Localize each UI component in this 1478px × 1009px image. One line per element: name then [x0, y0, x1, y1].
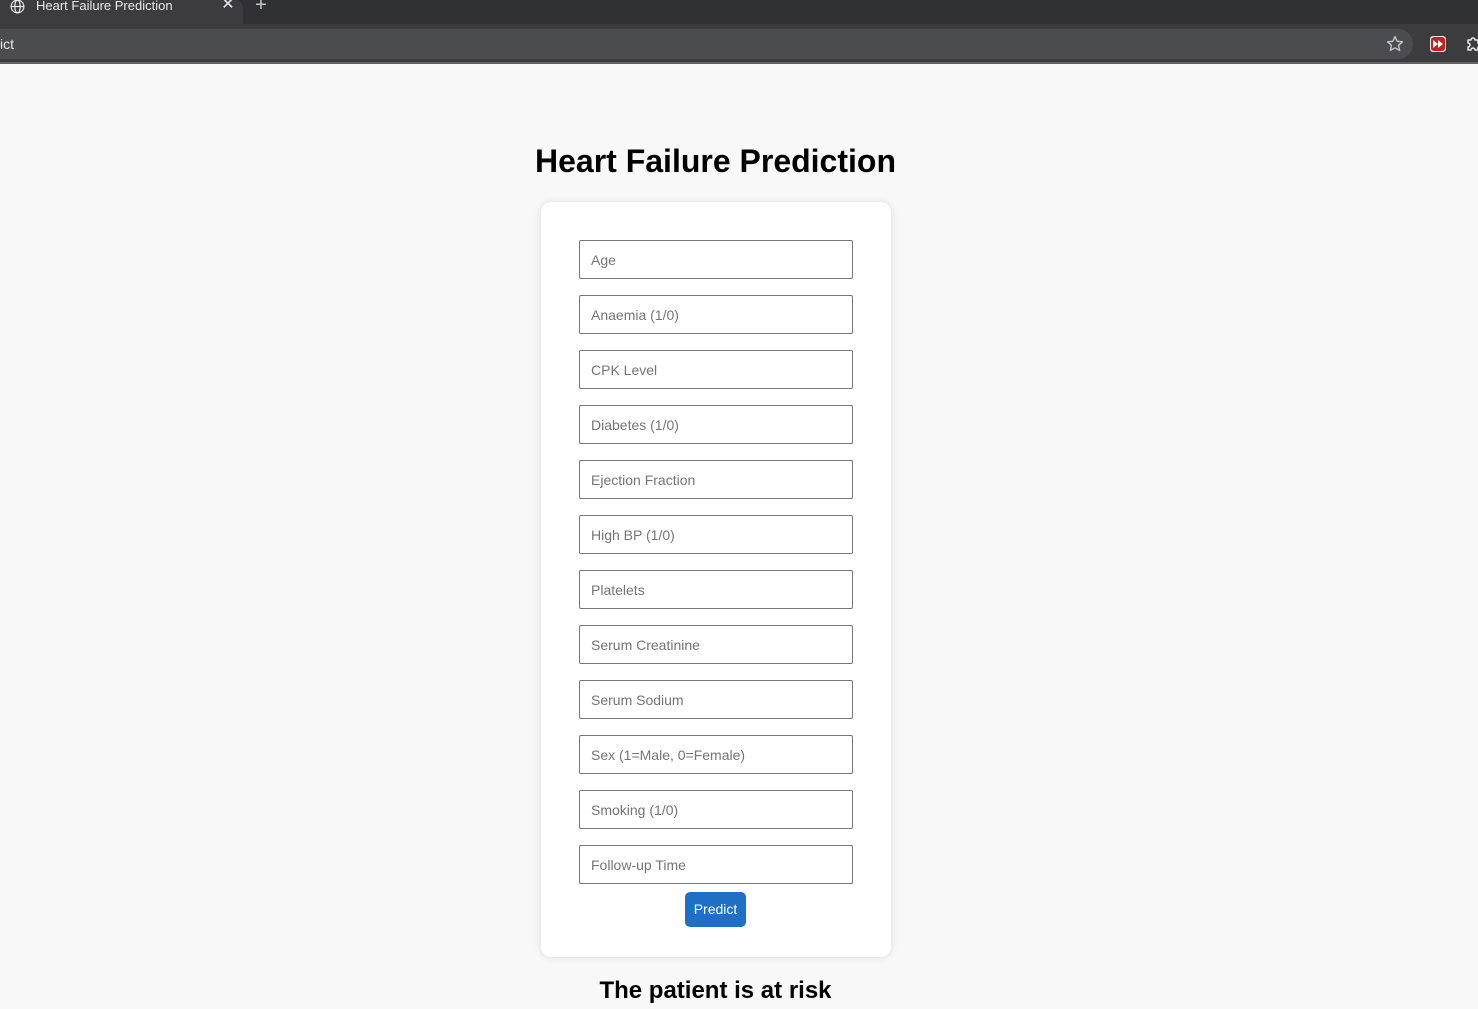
tab-title: Heart Failure Prediction: [36, 0, 173, 13]
cpk-level-input[interactable]: [579, 350, 853, 389]
prediction-result: The patient is at risk: [599, 977, 832, 1004]
platelets-input[interactable]: [579, 570, 853, 609]
prediction-form: Predict: [541, 202, 891, 957]
serum-sodium-input[interactable]: [579, 680, 853, 719]
star-icon[interactable]: [1385, 34, 1405, 54]
sex-input[interactable]: [579, 735, 853, 774]
plus-icon[interactable]: +: [252, 0, 270, 15]
address-bar[interactable]: ict: [0, 29, 1413, 59]
predict-button[interactable]: Predict: [685, 892, 746, 927]
diabetes-input[interactable]: [579, 405, 853, 444]
serum-creatinine-input[interactable]: [579, 625, 853, 664]
anaemia-input[interactable]: [579, 295, 853, 334]
high-bp-input[interactable]: [579, 515, 853, 554]
toolbar-divider: [0, 62, 1478, 64]
globe-icon: [10, 0, 25, 14]
page-title: Heart Failure Prediction: [535, 143, 896, 179]
smoking-input[interactable]: [579, 790, 853, 829]
close-icon[interactable]: ✕: [220, 0, 236, 13]
tab-bar: Heart Failure Prediction ✕ +: [0, 0, 1478, 24]
follow-up-time-input[interactable]: [579, 845, 853, 884]
browser-toolbar: ict: [0, 24, 1478, 62]
age-input[interactable]: [579, 240, 853, 279]
extension-icon[interactable]: [1430, 36, 1446, 52]
address-text: ict: [0, 36, 14, 52]
browser-tab[interactable]: Heart Failure Prediction ✕: [0, 0, 243, 24]
ejection-fraction-input[interactable]: [579, 460, 853, 499]
puzzle-icon[interactable]: [1464, 34, 1478, 54]
fast-forward-icon: [1433, 40, 1443, 48]
